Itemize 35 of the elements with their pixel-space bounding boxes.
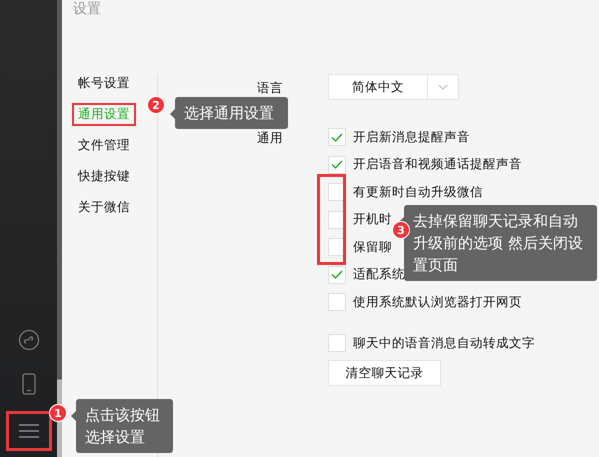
checkbox[interactable] [328,128,346,146]
check-icon [331,270,343,279]
step-badge: 1 [49,404,67,422]
step-badge: 3 [392,221,410,239]
language-label: 语言 [257,80,283,97]
checkbox[interactable] [328,156,346,174]
nav-item[interactable]: 文件管理 [74,136,134,155]
phone-icon[interactable] [22,373,36,395]
mini-program-icon[interactable] [18,329,40,351]
callout-tooltip: 去掉保留聊天记录和自动升级前的选项 然后关闭设置页面 [404,205,597,281]
checkbox[interactable] [328,293,346,311]
option-label: 聊天中的语音消息自动转成文字 [353,334,535,352]
check-icon [331,132,343,142]
option-label: 开启语音和视频通话提醒声音 [353,156,522,173]
window-title: 设置 [72,0,101,19]
checkbox[interactable] [328,334,346,352]
option-label: 开机时 [353,211,392,228]
checkbox[interactable] [328,266,346,284]
nav-item[interactable]: 快捷按键 [74,167,134,186]
nav-item[interactable]: 关于微信 [74,198,134,217]
option-label: 有更新时自动升级微信 [353,184,483,200]
option-label: 使用系统默认浏览器打开网页 [353,294,522,310]
clear-history-button[interactable]: 清空聊天记录 [328,360,441,386]
menu-icon[interactable] [18,423,38,439]
language-dropdown[interactable]: 简体中文 [328,74,459,100]
callout-tooltip: 点击该按钮选择设置 [76,399,173,453]
nav-item[interactable]: 帐号设置 [74,74,134,93]
check-icon [331,160,343,169]
general-label: 通用 [257,130,283,147]
callout-tooltip: 选择通用设置 [175,97,288,129]
step-badge: 2 [147,96,165,114]
option-label: 适配系统 [353,266,405,283]
chevron-down-icon [438,84,448,90]
option-label: 开启新消息提醒声音 [353,128,470,146]
option-label: 保留聊 [353,238,392,256]
